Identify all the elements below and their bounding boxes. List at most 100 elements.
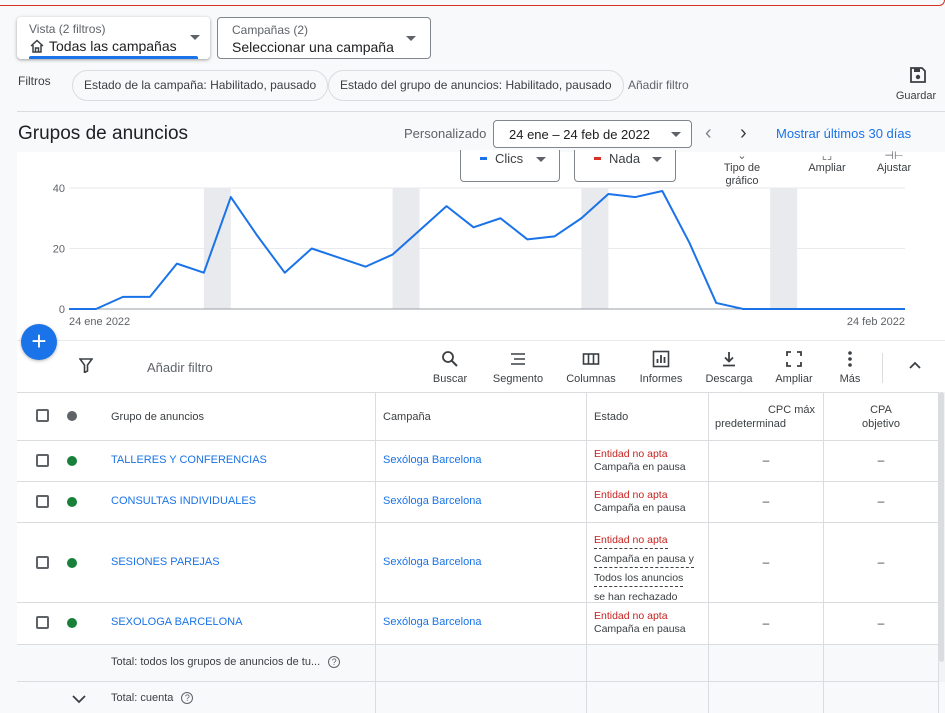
total-cpa-cell (824, 645, 939, 681)
status-not-eligible[interactable]: Entidad no apta (594, 448, 686, 461)
campaign-link[interactable]: Sexóloga Barcelona (383, 495, 481, 507)
help-icon[interactable]: ? (328, 656, 341, 669)
total-account-label: Total: cuenta (111, 692, 174, 704)
chart-adjust-button[interactable]: ⊣⊢ Ajustar (872, 150, 916, 175)
total-account-cell: Total: cuenta? (101, 682, 376, 713)
expand-button[interactable]: Ampliar (770, 350, 818, 385)
total-cpc-cell (709, 645, 824, 681)
status-not-eligible[interactable]: Entidad no apta (594, 489, 686, 502)
status-not-eligible[interactable]: Entidad no apta (594, 610, 686, 623)
select-all-checkbox[interactable] (36, 409, 49, 422)
cpc-cell: – (709, 603, 824, 644)
save-button[interactable]: Guardar (896, 66, 940, 102)
help-icon[interactable]: ? (181, 692, 194, 705)
segment-button[interactable]: Segmento (488, 350, 548, 385)
adgroup-link[interactable]: SESIONES PAREJAS (111, 556, 220, 568)
app-page: Vista (2 filtros) Todas las campañas Cam… (0, 0, 945, 713)
scrollbar-thumb[interactable] (939, 392, 944, 662)
chevron-right-icon[interactable]: › (740, 122, 747, 145)
status-detail-2[interactable]: Todos los anuncios (594, 571, 684, 587)
show-last-30-days-link[interactable]: Mostrar últimos 30 días (776, 126, 911, 141)
status-enabled-dot (67, 497, 77, 507)
row-checkbox[interactable] (36, 495, 49, 508)
adgroup-cell: SESIONES PAREJAS (101, 523, 376, 602)
view-selector[interactable]: Vista (2 filtros) Todas las campañas (17, 17, 210, 59)
date-range-value: 24 ene – 24 feb de 2022 (509, 127, 650, 142)
cpc-value: – (762, 494, 770, 508)
header-campaign[interactable]: Campaña (376, 393, 587, 440)
adgroup-link[interactable]: TALLERES Y CONFERENCIAS (111, 454, 267, 466)
total-status-cell (587, 645, 709, 681)
header-cpc[interactable]: CPC máx predeterminad (709, 393, 824, 440)
add-filter-link[interactable]: Añadir filtro (628, 78, 689, 92)
metric-selector-2[interactable]: Nada (574, 150, 676, 182)
table-header-row: Grupo de anuncios Campaña Estado CPC máx… (17, 392, 945, 440)
filter-chip-campaign-status[interactable]: Estado de la campaña: Habilitado, pausad… (72, 70, 329, 101)
campaign-selector[interactable]: Campañas (2) Seleccionar una campaña (217, 17, 431, 59)
header-adgroup-label: Grupo de anuncios (111, 411, 204, 423)
download-label: Descarga (705, 373, 753, 385)
cpc-value: – (762, 616, 770, 630)
chart-expand-button[interactable]: ⌞⌟ Ampliar (804, 150, 850, 175)
columns-button[interactable]: Columnas (562, 350, 620, 385)
campaign-link[interactable]: Sexóloga Barcelona (383, 556, 481, 568)
search-label: Buscar (432, 373, 468, 385)
header-campaign-label: Campaña (383, 411, 431, 423)
cpa-value: – (877, 453, 885, 467)
status-cell: Entidad no apta Campaña en pausa (587, 603, 709, 644)
row-checkbox[interactable] (36, 556, 49, 569)
total-adgroups-label: Total: todos los grupos de anuncios de t… (111, 656, 321, 668)
adgroup-cell: SEXOLOGA BARCELONA (101, 603, 376, 644)
adgroup-link[interactable]: CONSULTAS INDIVIDUALES (111, 495, 256, 507)
cpa-cell: – (824, 603, 939, 644)
header-cpc-label-2: predeterminad (715, 418, 786, 430)
row-select-cell (17, 441, 101, 481)
x-end-label: 24 feb 2022 (847, 316, 905, 328)
view-selector-label: Vista (2 filtros) (29, 22, 106, 36)
chevron-left-icon[interactable]: ‹ (705, 122, 712, 145)
row-checkbox[interactable] (36, 616, 49, 629)
status-enabled-dot (67, 618, 77, 628)
chevron-down-icon (406, 36, 416, 41)
status-detail-1[interactable]: Campaña en pausa y (594, 552, 694, 568)
adgroup-link[interactable]: SEXOLOGA BARCELONA (111, 616, 242, 628)
more-icon (848, 351, 852, 367)
campaign-link[interactable]: Sexóloga Barcelona (383, 454, 481, 466)
cpc-value: – (762, 555, 770, 569)
toolbar-add-filter[interactable]: Añadir filtro (147, 360, 213, 375)
cpc-cell: – (709, 441, 824, 481)
campaign-selector-label: Campañas (2) (232, 23, 309, 37)
search-button[interactable]: Buscar (428, 350, 472, 385)
header-cpa[interactable]: CPA objetivo (824, 393, 939, 440)
total-account-cpc-cell (709, 682, 824, 713)
header-select-cell (17, 393, 101, 440)
campaign-link[interactable]: Sexóloga Barcelona (383, 616, 481, 628)
more-button[interactable]: Más (833, 350, 867, 385)
metric-selector-1[interactable]: Clics (460, 150, 560, 182)
cpa-cell: – (824, 441, 939, 481)
chevron-up-icon[interactable] (907, 357, 923, 373)
date-range-picker[interactable]: 24 ene – 24 feb de 2022 (493, 120, 692, 148)
view-selector-underline (29, 56, 198, 59)
status-detail: Campaña en pausa (594, 623, 686, 635)
chevron-down-icon[interactable] (71, 693, 87, 705)
expand-icon: ⌞⌟ (821, 150, 833, 162)
header-adgroup[interactable]: Grupo de anuncios (101, 393, 376, 440)
status-cell: Entidad no apta Campaña en pausa (587, 482, 709, 522)
status-not-eligible[interactable]: Entidad no apta (594, 533, 668, 549)
reports-button[interactable]: Informes (635, 350, 687, 385)
header-status[interactable]: Estado (587, 393, 709, 440)
filter-icon[interactable] (79, 358, 93, 373)
filter-chip-adgroup-status[interactable]: Estado del grupo de anuncios: Habilitado… (328, 70, 624, 101)
add-button[interactable]: + (21, 324, 57, 360)
total-account-campaign-cell (376, 682, 587, 713)
chart-type-button[interactable]: ⌄ Tipo de gráfico (716, 150, 768, 188)
status-cell: Entidad no apta Campaña en pausa (587, 441, 709, 481)
download-button[interactable]: Descarga (702, 350, 756, 385)
adgroup-cell: CONSULTAS INDIVIDUALES (101, 482, 376, 522)
metric1-color-swatch (480, 157, 487, 160)
cpa-value: – (877, 494, 885, 508)
row-checkbox[interactable] (36, 454, 49, 467)
reports-icon (652, 350, 670, 368)
y-tick-label: 0 (59, 304, 65, 316)
